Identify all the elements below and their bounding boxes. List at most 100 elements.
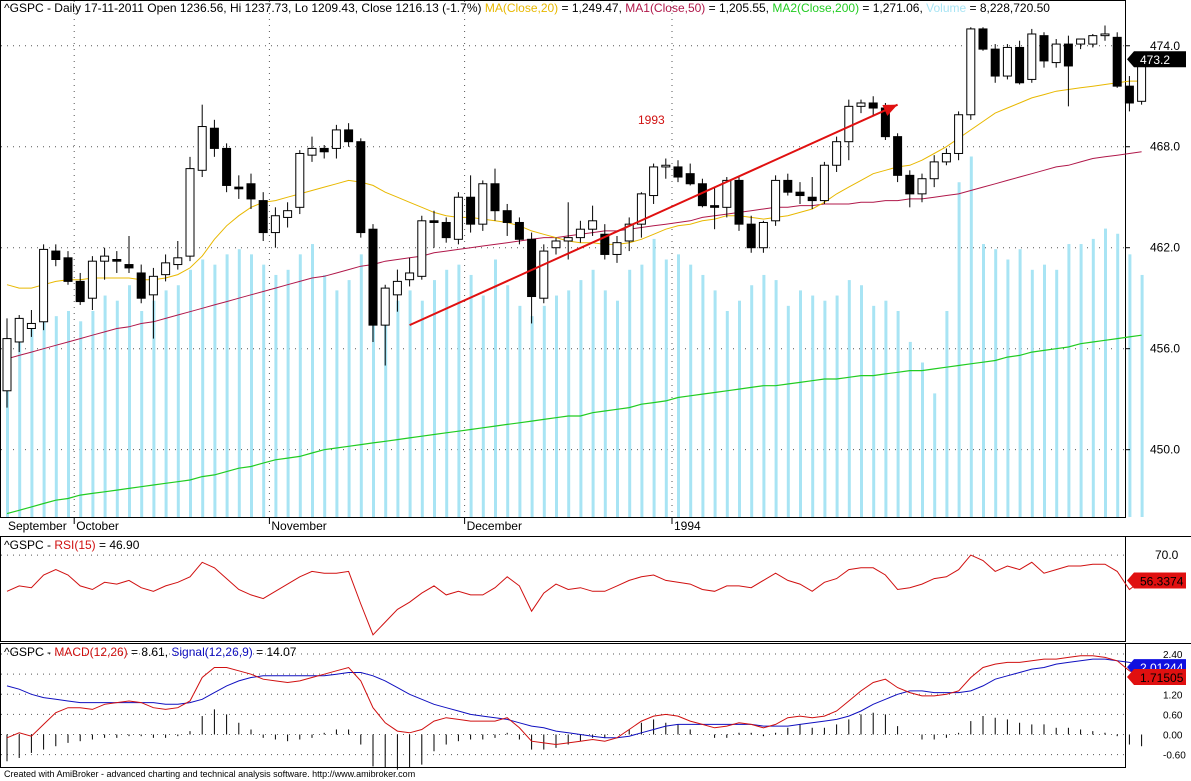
candle-body-up — [405, 272, 415, 281]
volume-bar — [957, 182, 961, 517]
macd-pane-frame — [0, 643, 1126, 768]
candle[interactable] — [417, 215, 427, 280]
candle-body-down — [502, 210, 512, 223]
candle-body-up — [563, 237, 573, 242]
candle[interactable] — [734, 177, 744, 231]
annotation-1993[interactable]: 1993 — [638, 113, 665, 127]
candle[interactable] — [1112, 32, 1122, 88]
volume-bar — [896, 311, 900, 517]
candle-body-up — [649, 166, 659, 197]
candle[interactable] — [185, 156, 195, 262]
volume-bar — [823, 300, 827, 517]
candle-body-down — [234, 186, 244, 190]
macd-tick-label: 0.60 — [1163, 710, 1183, 721]
volume-bar — [420, 300, 424, 517]
candle[interactable] — [39, 244, 49, 331]
candle[interactable] — [478, 180, 488, 231]
volume-bar — [1079, 244, 1083, 518]
candle-body-down — [51, 250, 61, 260]
candle-body-down — [1015, 46, 1025, 84]
volume-bar — [738, 300, 741, 517]
volume-bar — [530, 316, 534, 517]
candle[interactable] — [758, 220, 768, 253]
volume-bar — [567, 290, 571, 517]
candle[interactable] — [539, 244, 549, 304]
candle[interactable] — [1027, 28, 1037, 83]
candle-body-down — [209, 127, 219, 149]
macd-header: ^GSPC - MACD(12,26) = 8.61, Signal(12,26… — [4, 645, 297, 659]
volume-bar — [628, 269, 632, 517]
candle[interactable] — [356, 138, 366, 238]
volume-bar — [286, 269, 290, 517]
volume-bar — [884, 300, 888, 517]
volume-bar — [640, 264, 644, 517]
candle[interactable] — [771, 175, 781, 226]
candle-body-down — [795, 191, 805, 197]
macd-tick-label: -0.60 — [1163, 751, 1186, 762]
price-tick-label: 474.0 — [1150, 39, 1180, 53]
rsi-value-badge: 56.3374 — [1127, 572, 1186, 589]
macd-label: MACD(12,26) — [54, 645, 127, 659]
candle-body-up — [295, 152, 305, 208]
candle-body-up — [1088, 35, 1098, 45]
candle-body-down — [246, 183, 256, 200]
candle-body-up — [539, 250, 549, 299]
volume-bar — [921, 362, 924, 517]
candle[interactable] — [978, 27, 988, 51]
candle-body-up — [14, 317, 24, 343]
volume-bar — [1104, 228, 1107, 517]
rsi-label: RSI(15) — [54, 538, 95, 552]
candle-body-up — [1051, 43, 1061, 64]
volume-bar — [103, 295, 107, 517]
candle-body-down — [990, 48, 1000, 77]
candle-body-down — [685, 173, 695, 185]
candle[interactable] — [1015, 40, 1025, 85]
volume-bar — [725, 311, 729, 517]
candle-body-up — [758, 221, 768, 249]
volume-bar — [933, 393, 937, 517]
candle-body-up — [722, 179, 732, 208]
volume-bar — [213, 264, 217, 517]
volume-bar — [652, 238, 656, 517]
volume-bar — [1128, 254, 1132, 517]
candle-body-up — [941, 152, 951, 163]
rsi-value: = 46.90 — [96, 538, 140, 552]
volume-bar — [1055, 269, 1059, 517]
candle[interactable] — [954, 111, 964, 161]
candle-body-up — [39, 248, 49, 323]
candle-body-up — [148, 275, 158, 296]
candle[interactable] — [819, 161, 829, 204]
volume-bar — [115, 300, 119, 517]
candle-body-down — [136, 272, 146, 299]
candle-body-down — [441, 221, 451, 239]
volume-bar — [872, 305, 876, 517]
price-header: ^GSPC - Daily 17-11-2011 Open 1236.56, H… — [4, 1, 1050, 15]
candle[interactable] — [453, 192, 463, 245]
candle[interactable] — [966, 27, 976, 120]
candle[interactable] — [1002, 44, 1012, 80]
chart-canvas[interactable]: 474.0468.0462.0456.0450.070.02.401.801.2… — [0, 0, 1191, 781]
volume-bar — [481, 295, 485, 517]
candle-body-up — [1027, 33, 1037, 80]
signal-value-badge-text: 1.71505 — [1140, 671, 1184, 685]
candle-body-up — [661, 164, 671, 168]
candle-body-down — [344, 129, 354, 143]
candle[interactable] — [893, 133, 903, 183]
date-label-1994: 1994 — [674, 519, 701, 533]
candle[interactable] — [222, 143, 232, 193]
volume-bar — [1116, 233, 1120, 517]
date-label-november: November — [271, 519, 326, 533]
candle-body-down — [222, 147, 232, 186]
candle-body-up — [307, 147, 317, 156]
candle[interactable] — [295, 150, 305, 215]
candle[interactable] — [368, 224, 378, 342]
volume-bar — [469, 274, 473, 517]
volume-bar — [1043, 264, 1046, 517]
volume-bar — [786, 305, 790, 517]
candle-body-down — [1112, 36, 1122, 87]
last-price-badge: 473.2 — [1127, 51, 1186, 68]
candle-body-up — [856, 102, 866, 107]
volume-bar — [811, 295, 815, 517]
ma20-value: = 1,249.47, — [558, 1, 622, 15]
candle-body-down — [1124, 85, 1134, 104]
